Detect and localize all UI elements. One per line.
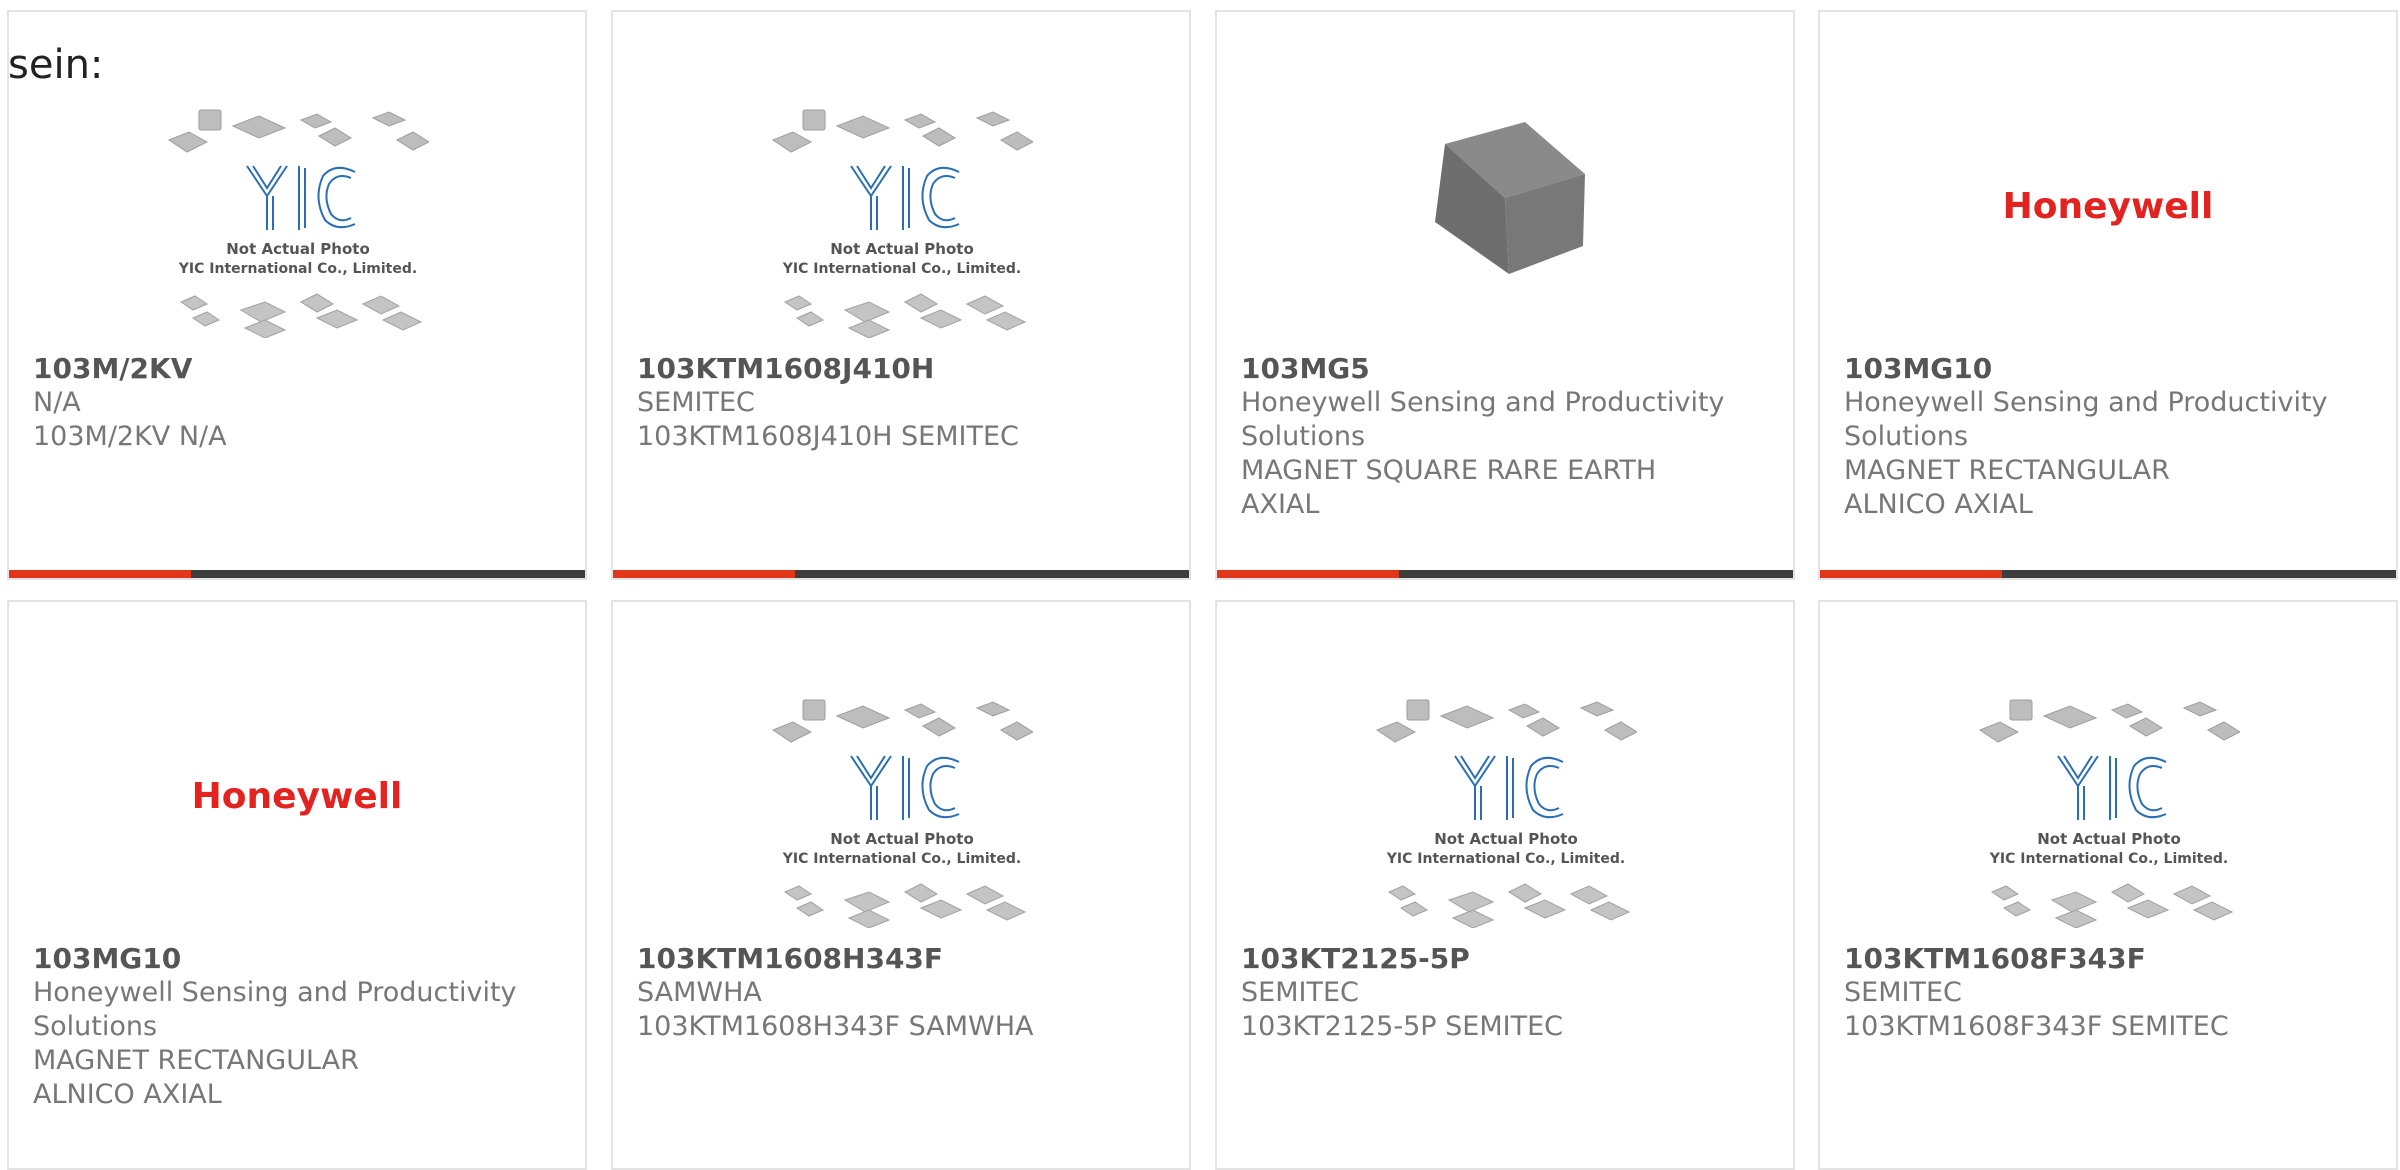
- svg-text:Honeywell: Honeywell: [192, 776, 403, 817]
- svg-text:Not Actual Photo: Not Actual Photo: [830, 240, 974, 258]
- svg-text:Not Actual Photo: Not Actual Photo: [2037, 830, 2181, 848]
- svg-text:YIC International Co., Limited: YIC International Co., Limited.: [178, 261, 417, 277]
- product-card[interactable]: Not Actual Photo YIC International Co., …: [611, 600, 1191, 1170]
- product-description: 103KTM1608H343F SAMWHA: [637, 1011, 1034, 1042]
- manufacturer: Honeywell Sensing and Productivity Solut…: [1844, 387, 2328, 452]
- svg-text:YIC International Co., Limited: YIC International Co., Limited.: [782, 261, 1021, 277]
- product-image[interactable]: Honeywell: [1820, 94, 2396, 354]
- manufacturer: SAMWHA: [637, 977, 762, 1008]
- svg-text:YIC International Co., Limited: YIC International Co., Limited.: [782, 851, 1021, 867]
- product-description: MAGNET SQUARE RARE EARTH AXIAL: [1241, 455, 1657, 520]
- product-description: 103KTM1608F343F SEMITEC: [1844, 1011, 2229, 1042]
- magnet-block-image: [1435, 122, 1585, 274]
- product-image[interactable]: Honeywell: [9, 684, 585, 944]
- svg-text:Honeywell: Honeywell: [2003, 186, 2214, 227]
- manufacturer: SEMITEC: [1844, 977, 1962, 1008]
- yic-placeholder-image: Not Actual Photo YIC International Co., …: [167, 109, 429, 338]
- svg-text:Not Actual Photo: Not Actual Photo: [830, 830, 974, 848]
- honeywell-logo: Honeywell: [192, 776, 403, 817]
- part-number[interactable]: 103KTM1608F343F: [1844, 942, 2364, 976]
- card-accent-bar: [9, 570, 585, 578]
- product-description: 103M/2KV N/A: [33, 421, 227, 452]
- product-image[interactable]: Not Actual Photo YIC International Co., …: [613, 684, 1189, 944]
- part-number[interactable]: 103KTM1608J410H: [637, 352, 1157, 386]
- product-image[interactable]: [1217, 94, 1793, 354]
- product-image[interactable]: Not Actual Photo YIC International Co., …: [9, 94, 585, 354]
- product-card[interactable]: 103MG5 Honeywell Sensing and Productivit…: [1215, 10, 1795, 580]
- part-number[interactable]: 103KT2125-5P: [1241, 942, 1761, 976]
- yic-placeholder-image: Not Actual Photo YIC International Co., …: [771, 699, 1033, 928]
- yic-placeholder-image: Not Actual Photo YIC International Co., …: [771, 109, 1033, 338]
- honeywell-logo: Honeywell: [2003, 186, 2214, 227]
- card-accent-bar: [1217, 570, 1793, 578]
- manufacturer: N/A: [33, 387, 81, 418]
- svg-text:YIC International Co., Limited: YIC International Co., Limited.: [1386, 851, 1625, 867]
- manufacturer: Honeywell Sensing and Productivity Solut…: [1241, 387, 1725, 452]
- yic-placeholder-image: Not Actual Photo YIC International Co., …: [1978, 699, 2240, 928]
- svg-text:Not Actual Photo: Not Actual Photo: [226, 240, 370, 258]
- card-accent-bar: [1820, 570, 2396, 578]
- part-number[interactable]: 103MG10: [33, 942, 553, 976]
- product-image[interactable]: Not Actual Photo YIC International Co., …: [1217, 684, 1793, 944]
- product-image[interactable]: Not Actual Photo YIC International Co., …: [1820, 684, 2396, 944]
- part-number[interactable]: 103MG5: [1241, 352, 1761, 386]
- page-heading: sein:: [8, 42, 104, 88]
- manufacturer: SEMITEC: [637, 387, 755, 418]
- svg-text:Not Actual Photo: Not Actual Photo: [1434, 830, 1578, 848]
- product-card[interactable]: Not Actual Photo YIC International Co., …: [1818, 600, 2398, 1170]
- product-card[interactable]: Not Actual Photo YIC International Co., …: [1215, 600, 1795, 1170]
- manufacturer: SEMITEC: [1241, 977, 1359, 1008]
- part-number[interactable]: 103MG10: [1844, 352, 2364, 386]
- product-description: MAGNET RECTANGULAR ALNICO AXIAL: [1844, 455, 2170, 520]
- product-grid: Not Actual Photo YIC International Co., …: [0, 0, 2400, 1170]
- product-description: 103KT2125-5P SEMITEC: [1241, 1011, 1563, 1042]
- product-card[interactable]: Honeywell 103MG10 Honeywell Sensing and …: [1818, 10, 2398, 580]
- product-card[interactable]: Not Actual Photo YIC International Co., …: [611, 10, 1191, 580]
- svg-text:YIC International Co., Limited: YIC International Co., Limited.: [1989, 851, 2228, 867]
- product-description: 103KTM1608J410H SEMITEC: [637, 421, 1019, 452]
- product-image[interactable]: Not Actual Photo YIC International Co., …: [613, 94, 1189, 354]
- product-description: MAGNET RECTANGULAR ALNICO AXIAL: [33, 1045, 359, 1110]
- part-number[interactable]: 103M/2KV: [33, 352, 553, 386]
- product-card[interactable]: Honeywell 103MG10 Honeywell Sensing and …: [7, 600, 587, 1170]
- yic-placeholder-image: Not Actual Photo YIC International Co., …: [1375, 699, 1637, 928]
- product-card[interactable]: Not Actual Photo YIC International Co., …: [7, 10, 587, 580]
- manufacturer: Honeywell Sensing and Productivity Solut…: [33, 977, 517, 1042]
- part-number[interactable]: 103KTM1608H343F: [637, 942, 1157, 976]
- card-accent-bar: [613, 570, 1189, 578]
